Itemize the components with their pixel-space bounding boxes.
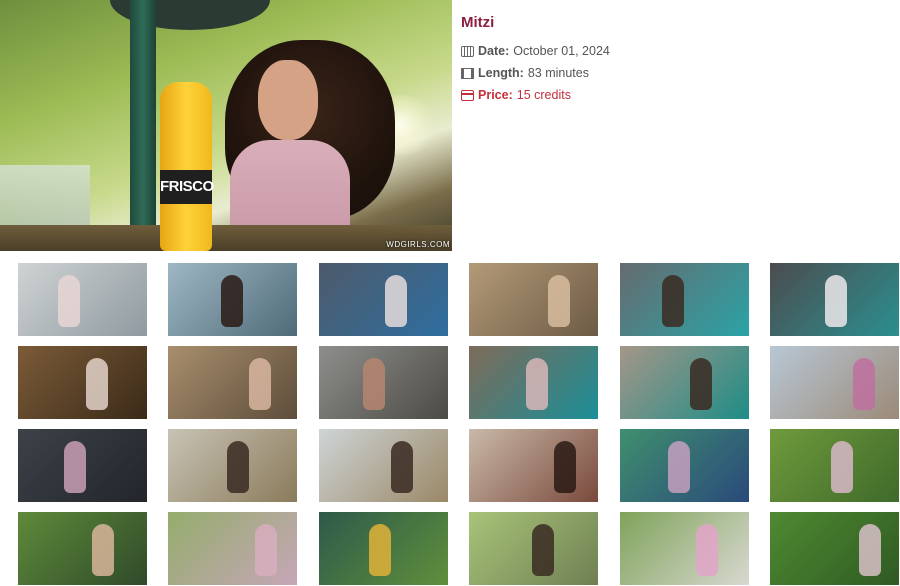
video-thumbnail[interactable] — [469, 429, 598, 502]
video-thumbnail[interactable] — [18, 429, 147, 502]
thumbnail-figure — [221, 275, 243, 327]
model-face — [258, 60, 318, 140]
thumbnail-figure — [249, 358, 271, 410]
thumbnail-figure — [363, 358, 385, 410]
video-thumbnail[interactable] — [168, 429, 297, 502]
price-label: Price: — [478, 88, 513, 102]
video-thumbnail[interactable] — [469, 263, 598, 336]
bottle-label: FRISCO — [160, 170, 214, 204]
thumbnail-figure — [696, 524, 718, 576]
thumbnail-figure — [853, 358, 875, 410]
video-thumbnail[interactable] — [18, 263, 147, 336]
video-thumbnail[interactable] — [620, 429, 749, 502]
thumbnail-figure — [690, 358, 712, 410]
video-thumbnail[interactable] — [18, 346, 147, 419]
video-thumbnail[interactable] — [18, 512, 147, 585]
thumbnail-figure — [548, 275, 570, 327]
umbrella-pole — [130, 0, 156, 251]
thumbnail-figure — [86, 358, 108, 410]
thumbnail-figure — [227, 441, 249, 493]
date-row: Date: October 01, 2024 — [461, 40, 891, 62]
video-thumbnail[interactable] — [770, 512, 899, 585]
video-thumbnail[interactable] — [469, 512, 598, 585]
film-icon — [461, 67, 474, 79]
thumbnail-figure — [526, 358, 548, 410]
video-thumbnail[interactable] — [770, 263, 899, 336]
thumbnail-figure — [554, 441, 576, 493]
price-value: 15 credits — [516, 88, 571, 102]
model-name-link[interactable]: Mitzi — [461, 14, 891, 31]
thumbnail-figure — [58, 275, 80, 327]
thumbnail-figure — [859, 524, 881, 576]
video-thumbnail[interactable] — [168, 512, 297, 585]
thumbnail-figure — [668, 441, 690, 493]
thumbnail-figure — [255, 524, 277, 576]
video-info-panel: Mitzi Date: October 01, 2024 Length: 83 … — [461, 14, 891, 106]
video-thumbnail[interactable] — [469, 346, 598, 419]
thumbnail-figure — [92, 524, 114, 576]
thumbnail-figure — [369, 524, 391, 576]
hero-image[interactable]: FRISCO WDGIRLS.COM — [0, 0, 452, 251]
video-thumbnail[interactable] — [168, 346, 297, 419]
video-thumbnail[interactable] — [319, 263, 448, 336]
price-row: Price: 15 credits — [461, 84, 891, 106]
length-row: Length: 83 minutes — [461, 62, 891, 84]
video-thumbnail[interactable] — [168, 263, 297, 336]
length-label: Length: — [478, 66, 524, 80]
thumbnail-figure — [64, 441, 86, 493]
bottle-shape — [160, 82, 212, 251]
video-thumbnail[interactable] — [319, 512, 448, 585]
hero-watermark: WDGIRLS.COM — [386, 240, 450, 249]
thumbnail-figure — [662, 275, 684, 327]
credit-card-icon — [461, 89, 474, 101]
date-value: October 01, 2024 — [513, 44, 610, 58]
video-thumbnail[interactable] — [620, 512, 749, 585]
length-value: 83 minutes — [527, 66, 589, 80]
video-thumbnail[interactable] — [620, 346, 749, 419]
thumbnail-figure — [831, 441, 853, 493]
thumbnail-figure — [391, 441, 413, 493]
video-thumbnail[interactable] — [319, 346, 448, 419]
thumbnail-figure — [385, 275, 407, 327]
calendar-icon — [461, 45, 474, 57]
thumbnail-figure — [825, 275, 847, 327]
video-thumbnail[interactable] — [620, 263, 749, 336]
date-label: Date: — [478, 44, 510, 58]
video-thumbnail[interactable] — [770, 429, 899, 502]
table-shape — [0, 225, 452, 251]
video-thumbnail[interactable] — [770, 346, 899, 419]
video-thumbnail[interactable] — [319, 429, 448, 502]
thumbnail-figure — [532, 524, 554, 576]
